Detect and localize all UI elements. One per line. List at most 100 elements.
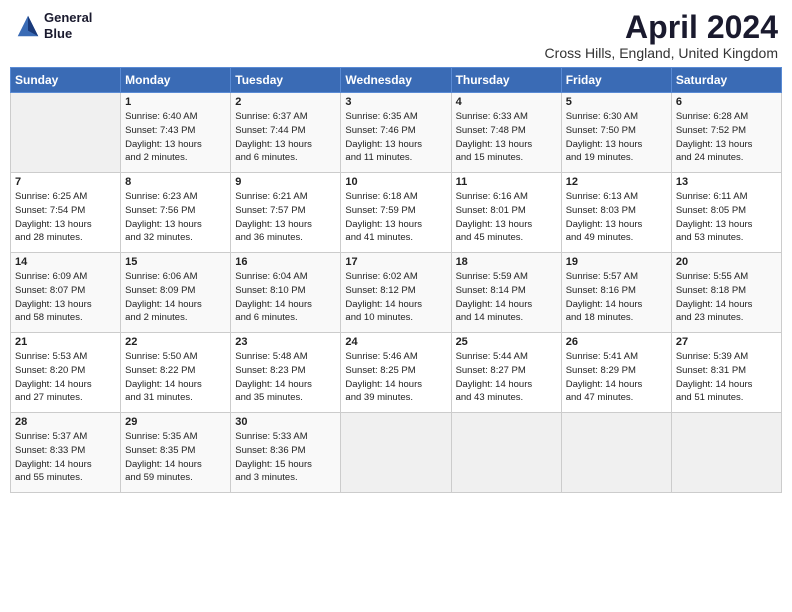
day-info: Sunrise: 6:21 AM Sunset: 7:57 PM Dayligh… [235, 190, 336, 245]
calendar-cell: 30 Sunrise: 5:33 AM Sunset: 8:36 PM Dayli… [231, 413, 341, 493]
calendar-cell: 26Sunrise: 5:41 AM Sunset: 8:29 PM Dayli… [561, 333, 671, 413]
day-header-tuesday: Tuesday [231, 68, 341, 93]
calendar-cell [671, 413, 781, 493]
day-info: Sunrise: 6:30 AM Sunset: 7:50 PM Dayligh… [566, 110, 667, 165]
day-info: Sunrise: 6:37 AM Sunset: 7:44 PM Dayligh… [235, 110, 336, 165]
day-info: Sunrise: 6:40 AM Sunset: 7:43 PM Dayligh… [125, 110, 226, 165]
calendar-cell: 5 Sunrise: 6:30 AM Sunset: 7:50 PM Daylig… [561, 93, 671, 173]
day-number: 9 [235, 176, 336, 188]
day-info: Sunrise: 5:33 AM Sunset: 8:36 PM Dayligh… [235, 430, 336, 485]
day-number: 5 [566, 96, 667, 108]
day-number: 24 [345, 336, 446, 348]
day-number: 25 [456, 336, 557, 348]
calendar-cell: 19 Sunrise: 5:57 AM Sunset: 8:16 PM Dayli… [561, 253, 671, 333]
logo-icon [14, 12, 42, 40]
day-number: 8 [125, 176, 226, 188]
day-info: Sunrise: 6:06 AM Sunset: 8:09 PM Dayligh… [125, 270, 226, 325]
day-number: 27 [676, 336, 777, 348]
day-info: Sunrise: 6:18 AM Sunset: 7:59 PM Dayligh… [345, 190, 446, 245]
day-number: 19 [566, 256, 667, 268]
day-number: 26 [566, 336, 667, 348]
calendar-body: 1 Sunrise: 6:40 AM Sunset: 7:43 PM Daylig… [11, 93, 782, 493]
calendar-week-2: 7Sunrise: 6:25 AM Sunset: 7:54 PM Daylig… [11, 173, 782, 253]
logo-line2: Blue [44, 26, 72, 41]
calendar-cell: 9 Sunrise: 6:21 AM Sunset: 7:57 PM Daylig… [231, 173, 341, 253]
calendar-cell: 25 Sunrise: 5:44 AM Sunset: 8:27 PM Dayli… [451, 333, 561, 413]
day-number: 3 [345, 96, 446, 108]
calendar-cell: 24 Sunrise: 5:46 AM Sunset: 8:25 PM Dayli… [341, 333, 451, 413]
calendar-week-5: 28 Sunrise: 5:37 AM Sunset: 8:33 PM Dayli… [11, 413, 782, 493]
calendar-cell [341, 413, 451, 493]
day-info: Sunrise: 6:16 AM Sunset: 8:01 PM Dayligh… [456, 190, 557, 245]
calendar-cell: 10 Sunrise: 6:18 AM Sunset: 7:59 PM Dayli… [341, 173, 451, 253]
calendar-cell: 11 Sunrise: 6:16 AM Sunset: 8:01 PM Dayli… [451, 173, 561, 253]
day-info: Sunrise: 5:37 AM Sunset: 8:33 PM Dayligh… [15, 430, 116, 485]
day-info: Sunrise: 5:35 AM Sunset: 8:35 PM Dayligh… [125, 430, 226, 485]
calendar-cell [561, 413, 671, 493]
day-number: 28 [15, 416, 116, 428]
calendar-cell: 27Sunrise: 5:39 AM Sunset: 8:31 PM Dayli… [671, 333, 781, 413]
calendar-header-row: SundayMondayTuesdayWednesdayThursdayFrid… [11, 68, 782, 93]
day-number: 6 [676, 96, 777, 108]
day-info: Sunrise: 6:09 AM Sunset: 8:07 PM Dayligh… [15, 270, 116, 325]
calendar-cell: 3Sunrise: 6:35 AM Sunset: 7:46 PM Daylig… [341, 93, 451, 173]
day-number: 17 [345, 256, 446, 268]
day-number: 29 [125, 416, 226, 428]
calendar-cell: 18 Sunrise: 5:59 AM Sunset: 8:14 PM Dayli… [451, 253, 561, 333]
calendar-cell: 6 Sunrise: 6:28 AM Sunset: 7:52 PM Daylig… [671, 93, 781, 173]
day-info: Sunrise: 5:57 AM Sunset: 8:16 PM Dayligh… [566, 270, 667, 325]
day-info: Sunrise: 6:02 AM Sunset: 8:12 PM Dayligh… [345, 270, 446, 325]
day-number: 14 [15, 256, 116, 268]
page-header: General Blue April 2024 Cross Hills, Eng… [10, 10, 782, 61]
calendar-cell: 16 Sunrise: 6:04 AM Sunset: 8:10 PM Dayli… [231, 253, 341, 333]
day-number: 30 [235, 416, 336, 428]
calendar-cell: 7Sunrise: 6:25 AM Sunset: 7:54 PM Daylig… [11, 173, 121, 253]
location: Cross Hills, England, United Kingdom [545, 45, 778, 61]
calendar-cell: 20 Sunrise: 5:55 AM Sunset: 8:18 PM Dayli… [671, 253, 781, 333]
day-info: Sunrise: 6:11 AM Sunset: 8:05 PM Dayligh… [676, 190, 777, 245]
day-header-sunday: Sunday [11, 68, 121, 93]
day-number: 20 [676, 256, 777, 268]
logo-line1: General [44, 10, 92, 25]
day-info: Sunrise: 6:04 AM Sunset: 8:10 PM Dayligh… [235, 270, 336, 325]
day-number: 1 [125, 96, 226, 108]
day-number: 15 [125, 256, 226, 268]
calendar-cell: 23 Sunrise: 5:48 AM Sunset: 8:23 PM Dayli… [231, 333, 341, 413]
calendar-cell: 21Sunrise: 5:53 AM Sunset: 8:20 PM Dayli… [11, 333, 121, 413]
day-info: Sunrise: 5:44 AM Sunset: 8:27 PM Dayligh… [456, 350, 557, 405]
day-header-friday: Friday [561, 68, 671, 93]
title-block: April 2024 Cross Hills, England, United … [545, 10, 778, 61]
day-number: 4 [456, 96, 557, 108]
day-number: 13 [676, 176, 777, 188]
day-number: 11 [456, 176, 557, 188]
day-number: 12 [566, 176, 667, 188]
day-info: Sunrise: 6:33 AM Sunset: 7:48 PM Dayligh… [456, 110, 557, 165]
day-header-saturday: Saturday [671, 68, 781, 93]
day-info: Sunrise: 5:48 AM Sunset: 8:23 PM Dayligh… [235, 350, 336, 405]
calendar-cell: 15 Sunrise: 6:06 AM Sunset: 8:09 PM Dayli… [121, 253, 231, 333]
calendar-cell: 8 Sunrise: 6:23 AM Sunset: 7:56 PM Daylig… [121, 173, 231, 253]
day-info: Sunrise: 5:55 AM Sunset: 8:18 PM Dayligh… [676, 270, 777, 325]
day-info: Sunrise: 6:28 AM Sunset: 7:52 PM Dayligh… [676, 110, 777, 165]
day-info: Sunrise: 6:23 AM Sunset: 7:56 PM Dayligh… [125, 190, 226, 245]
day-number: 10 [345, 176, 446, 188]
calendar-cell: 17 Sunrise: 6:02 AM Sunset: 8:12 PM Dayli… [341, 253, 451, 333]
calendar-cell: 1 Sunrise: 6:40 AM Sunset: 7:43 PM Daylig… [121, 93, 231, 173]
day-info: Sunrise: 6:25 AM Sunset: 7:54 PM Dayligh… [15, 190, 116, 245]
day-number: 21 [15, 336, 116, 348]
calendar-cell [451, 413, 561, 493]
day-info: Sunrise: 6:13 AM Sunset: 8:03 PM Dayligh… [566, 190, 667, 245]
month-year: April 2024 [545, 10, 778, 45]
calendar-cell: 2Sunrise: 6:37 AM Sunset: 7:44 PM Daylig… [231, 93, 341, 173]
day-number: 16 [235, 256, 336, 268]
day-info: Sunrise: 5:59 AM Sunset: 8:14 PM Dayligh… [456, 270, 557, 325]
day-number: 22 [125, 336, 226, 348]
day-number: 23 [235, 336, 336, 348]
day-info: Sunrise: 5:46 AM Sunset: 8:25 PM Dayligh… [345, 350, 446, 405]
day-number: 18 [456, 256, 557, 268]
calendar-cell: 22 Sunrise: 5:50 AM Sunset: 8:22 PM Dayli… [121, 333, 231, 413]
calendar-week-3: 14 Sunrise: 6:09 AM Sunset: 8:07 PM Dayli… [11, 253, 782, 333]
calendar-week-4: 21Sunrise: 5:53 AM Sunset: 8:20 PM Dayli… [11, 333, 782, 413]
day-info: Sunrise: 5:50 AM Sunset: 8:22 PM Dayligh… [125, 350, 226, 405]
calendar-week-1: 1 Sunrise: 6:40 AM Sunset: 7:43 PM Daylig… [11, 93, 782, 173]
